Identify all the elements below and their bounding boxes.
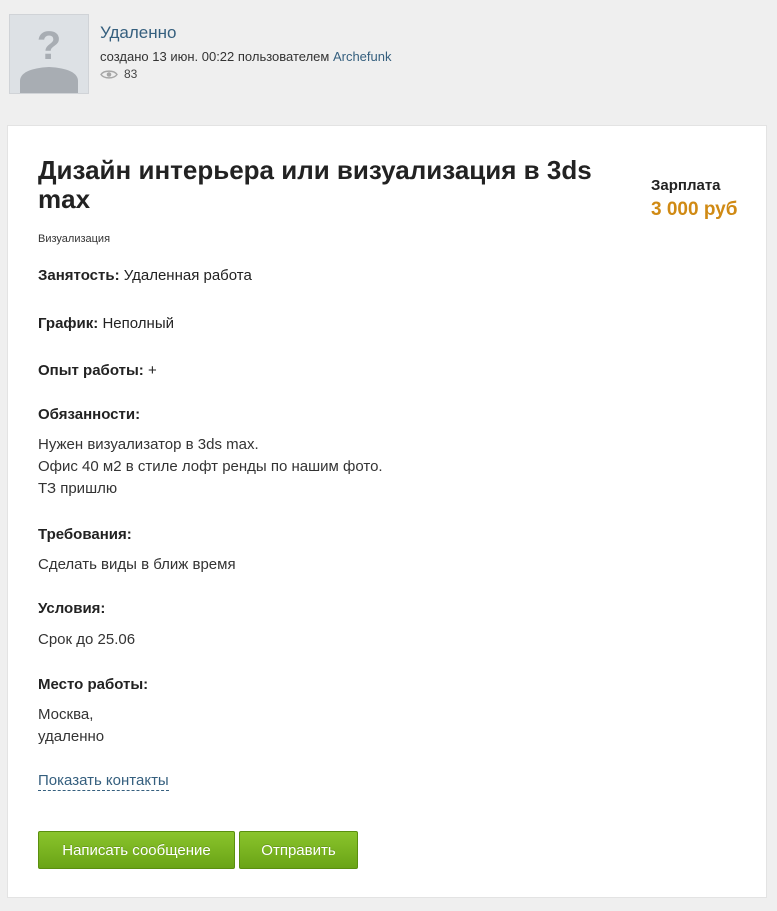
avatar[interactable]: ? (9, 14, 89, 94)
unknown-user-avatar-icon: ? (10, 15, 88, 93)
duties-line: Офис 40 м2 в стиле лофт ренды по нашим ф… (38, 458, 383, 475)
created-text: создано 13 июн. 00:22 пользователем (100, 49, 330, 64)
location-line: Москва, (38, 706, 94, 723)
location-type-title[interactable]: Удаленно (100, 23, 176, 43)
salary-label: Зарплата (651, 177, 721, 194)
send-button[interactable]: Отправить (239, 831, 358, 869)
employment-row: Занятость: Удаленная работа (38, 267, 252, 284)
post-header: ? Удаленно создано 13 июн. 00:22 пользов… (0, 0, 777, 112)
show-contacts-link[interactable]: Показать контакты (38, 772, 169, 791)
requirements-body: Сделать виды в ближ время (38, 556, 236, 573)
employment-label: Занятость: (38, 267, 120, 284)
salary-value: 3 000 руб (651, 199, 738, 220)
requirements-heading: Требования: (38, 526, 132, 543)
job-card: Дизайн интерьера или визуализация в 3ds … (7, 125, 767, 898)
schedule-value: Неполный (102, 315, 174, 332)
conditions-body: Срок до 25.06 (38, 631, 136, 648)
location-heading: Место работы: (38, 676, 149, 693)
job-category: Визуализация (38, 233, 111, 245)
views-count: 83 (124, 67, 138, 81)
write-message-button[interactable]: Написать сообщение (38, 831, 235, 869)
duties-line: ТЗ пришлю (38, 480, 118, 497)
duties-body: Нужен визуализатор в 3ds max. Офис 40 м2… (38, 434, 383, 500)
job-title: Дизайн интерьера или визуализация в 3ds … (38, 155, 592, 214)
experience-label: Опыт работы: (38, 362, 144, 379)
author-link[interactable]: Archefunk (333, 49, 392, 64)
experience-value: + (147, 362, 157, 379)
schedule-row: График: Неполный (38, 315, 174, 332)
eye-icon (100, 69, 118, 79)
duties-line: Нужен визуализатор в 3ds max. (38, 436, 259, 453)
schedule-label: График: (38, 315, 99, 332)
location-body: Москва, удаленно (38, 704, 104, 748)
duties-heading: Обязанности: (38, 406, 141, 423)
conditions-heading: Условия: (38, 600, 106, 617)
svg-text:?: ? (37, 24, 61, 68)
created-info: создано 13 июн. 00:22 пользователем Arch… (100, 49, 392, 64)
experience-row: Опыт работы: + (38, 362, 157, 379)
views-counter: 83 (100, 67, 137, 81)
location-line: удаленно (38, 728, 105, 745)
employment-value: Удаленная работа (123, 267, 252, 284)
